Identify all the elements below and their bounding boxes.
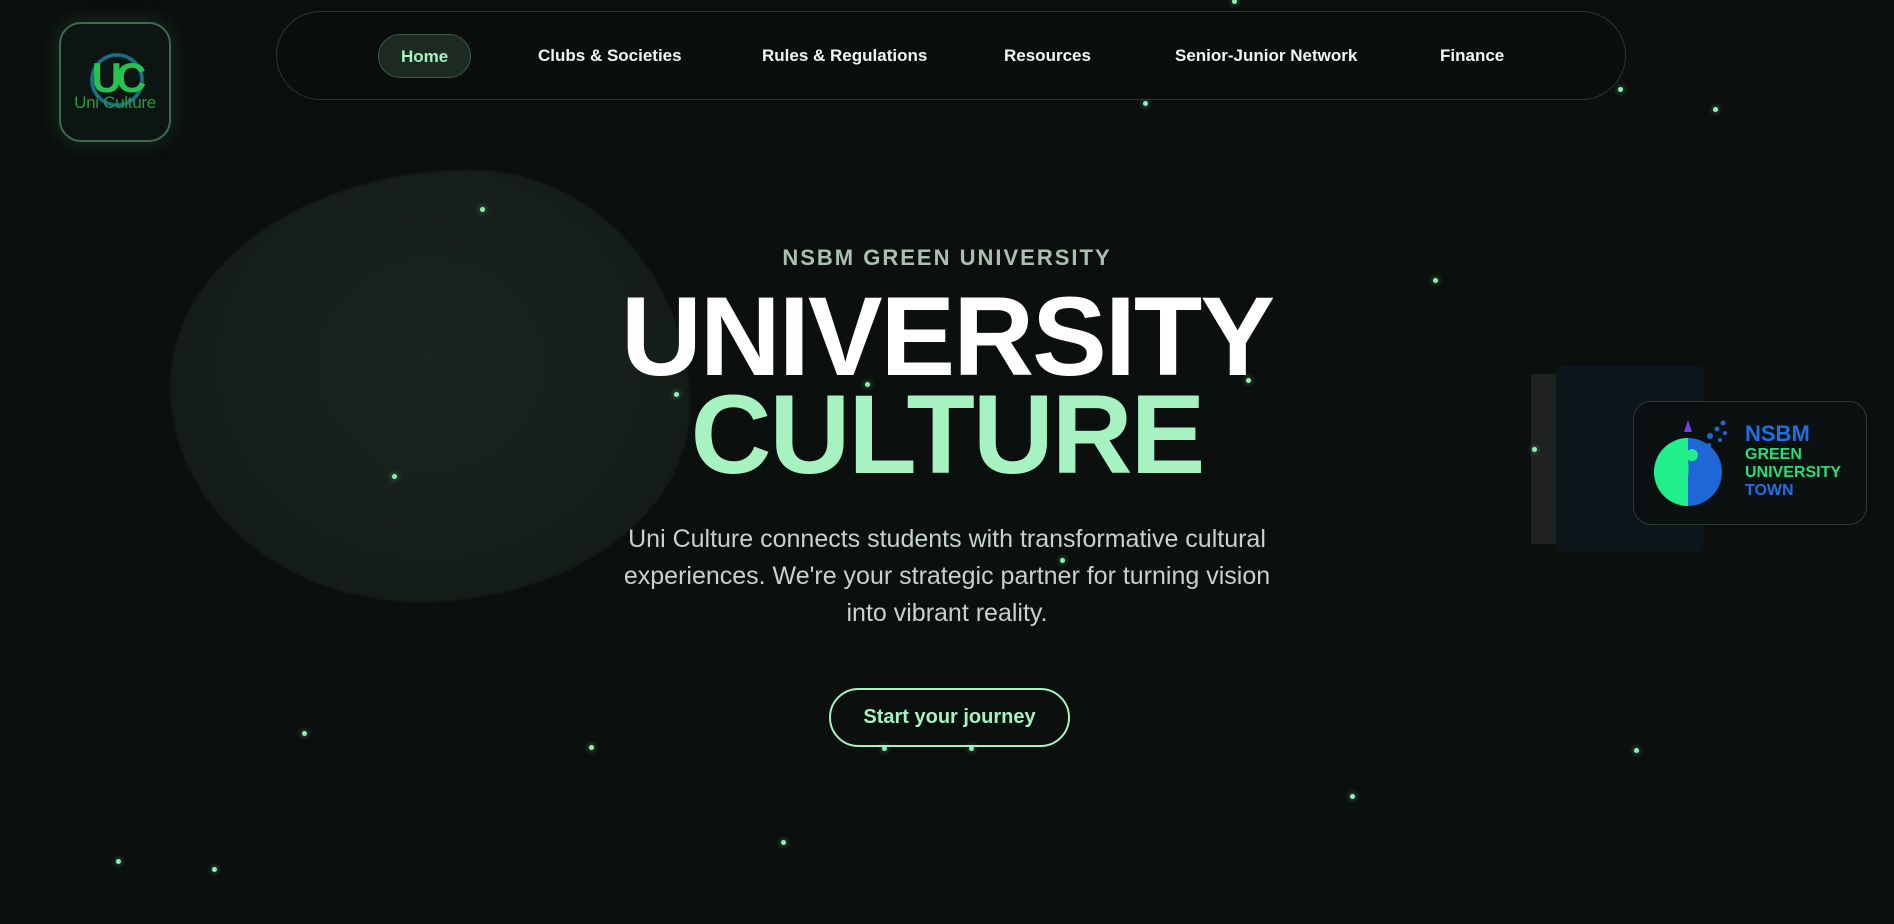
nsbm-badge[interactable]: NSBM GREEN UNIVERSITY TOWN [1633, 401, 1867, 525]
particle [212, 867, 217, 872]
nav-item-resources[interactable]: Resources [1004, 34, 1091, 78]
uni-culture-logo[interactable]: UC Uni Culture [59, 22, 171, 142]
particle [781, 840, 786, 845]
particle [1143, 101, 1148, 106]
particle [1350, 794, 1355, 799]
badge-line-nsbm: NSBM [1745, 421, 1810, 446]
particle [302, 731, 307, 736]
particle [589, 745, 594, 750]
particle [1618, 87, 1623, 92]
logo-wordmark: Uni Culture [74, 93, 156, 112]
badge-line-town: TOWN [1745, 482, 1794, 499]
nav-item-home[interactable]: Home [378, 34, 472, 78]
hero-eyebrow: NSBM GREEN UNIVERSITY [782, 245, 1112, 270]
start-journey-button[interactable]: Start your journey [829, 688, 1070, 747]
particle [1634, 748, 1639, 753]
page: UC Uni Culture Home Clubs & Societies Ru… [0, 0, 1894, 924]
hero-title-line2: CULTURE [690, 372, 1206, 497]
particle [1232, 0, 1237, 4]
nav-item-clubs-societies[interactable]: Clubs & Societies [538, 34, 682, 78]
main-navigation: Home Clubs & Societies Rules & Regulatio… [276, 11, 1626, 100]
nsbm-badge-text: NSBM GREEN UNIVERSITY TOWN [1745, 422, 1841, 500]
badge-line-university: UNIVERSITY [1745, 464, 1842, 481]
nav-item-rules-regulations[interactable]: Rules & Regulations [762, 34, 927, 78]
particle [116, 859, 121, 864]
nav-item-finance[interactable]: Finance [1440, 34, 1504, 78]
nav-item-senior-junior-network[interactable]: Senior-Junior Network [1175, 34, 1357, 78]
particle [480, 207, 485, 212]
nsbm-logo-icon [1654, 420, 1727, 506]
hero-description: Uni Culture connects students with trans… [623, 525, 1271, 627]
particle [1713, 107, 1718, 112]
badge-line-green: GREEN [1745, 446, 1802, 463]
